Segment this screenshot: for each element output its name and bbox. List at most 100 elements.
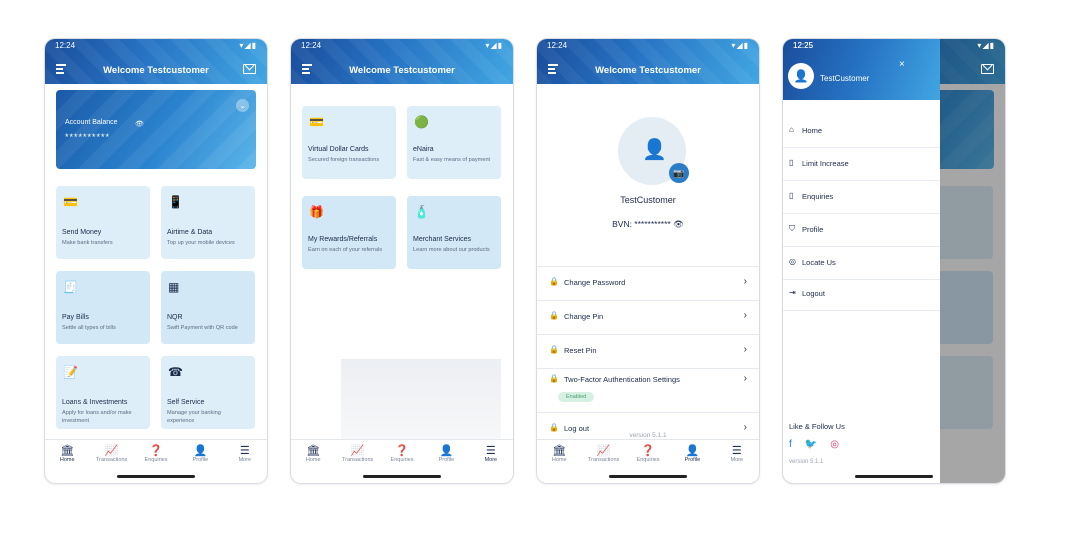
chart-icon: 📈 xyxy=(596,445,611,457)
page-title: Welcome Testcustomer xyxy=(595,65,701,76)
bottom-nav: 🏛 Home 📈 Transactions ❓ Enquiries 👤 Profile … xyxy=(537,439,759,472)
tile-desc: Learn more about our products xyxy=(413,247,490,253)
lock-icon: 🔒 xyxy=(549,311,559,320)
status-icons: ▾◢▮ xyxy=(485,41,503,50)
chevron-right-icon: › xyxy=(743,373,747,384)
facebook-icon[interactable]: f xyxy=(789,439,792,450)
drawer-item-logout[interactable]: ⇥ Logout xyxy=(783,278,940,311)
bvn-row: BVN: *********** 👁 xyxy=(537,219,759,230)
nav-home[interactable]: 🏛 Home xyxy=(291,440,335,472)
nav-home[interactable]: 🏛 Home xyxy=(45,440,89,472)
balance-card: ⌄ Account Balance 👁 ********** xyxy=(56,90,256,169)
nav-profile[interactable]: 👤 Profile xyxy=(670,440,714,472)
row-two-factor[interactable]: 🔒 Two-Factor Authentication Settings › Ena… xyxy=(537,368,759,412)
tile-enaira[interactable]: 🟢 eNaira Fast & easy means of payment xyxy=(407,106,501,179)
mail-icon[interactable] xyxy=(243,64,256,74)
nav-enquiries[interactable]: ❓ Enquiries xyxy=(626,440,670,472)
status-bar: 12:24 ▾◢▮ xyxy=(301,41,503,53)
camera-icon[interactable]: 📷 xyxy=(669,163,689,183)
tile-pay-bills[interactable]: 🧾 Pay Bills Settle all types of bills xyxy=(56,271,150,344)
tile-desc: Settle all types of bills xyxy=(62,325,116,331)
twitter-icon[interactable]: 🐦 xyxy=(805,439,817,450)
nav-transactions[interactable]: 📈 Transactions xyxy=(89,440,133,472)
lock-icon: 🔒 xyxy=(549,423,559,432)
drawer-item-enquiries[interactable]: ▯ Enquiries xyxy=(783,181,940,214)
home-icon: ⌂ xyxy=(789,125,794,134)
bill-icon: 🧾 xyxy=(63,280,78,294)
drawer-item-label: Home xyxy=(802,126,823,135)
eye-icon[interactable]: 👁 xyxy=(135,120,144,128)
nav-label: Profile xyxy=(684,457,701,463)
nav-more[interactable]: ☰ More xyxy=(469,440,513,472)
nav-label: More xyxy=(484,457,498,463)
tile-merchant-services[interactable]: 🧴 Merchant Services Learn more about our… xyxy=(407,196,501,269)
tile-desc: Apply for loans and/or make investment xyxy=(62,410,132,424)
question-icon: ❓ xyxy=(395,445,409,457)
status-time: 12:24 xyxy=(301,41,322,50)
drawer-item-label: Profile xyxy=(802,225,824,234)
tile-airtime-data[interactable]: 📱 Airtime & Data Top up your mobile devi… xyxy=(161,186,255,259)
tile-nqr[interactable]: ▦ NQR Swift Payment with QR code xyxy=(161,271,255,344)
drawer-item-home[interactable]: ⌂ Home xyxy=(783,115,940,148)
status-time: 12:25 xyxy=(793,41,814,50)
bottom-nav: 🏛 Home 📈 Transactions ❓ Enquiries 👤 Profile … xyxy=(45,439,267,472)
tile-title: NQR xyxy=(167,314,183,321)
tile-virtual-dollar-cards[interactable]: 💳 Virtual Dollar Cards Secured foreign t… xyxy=(302,106,396,179)
home-indicator xyxy=(855,475,933,478)
bank-icon: 🏛 xyxy=(306,445,321,457)
top-bar: 12:24 ▾◢▮ Welcome Testcustomer xyxy=(45,39,267,84)
eye-icon[interactable]: 👁 xyxy=(673,219,684,229)
chart-icon: 📈 xyxy=(350,445,365,457)
version-text: version 5.1.1 xyxy=(789,459,824,465)
row-reset-pin[interactable]: 🔒 Reset Pin › xyxy=(537,334,759,368)
page-title: Welcome Testcustomer xyxy=(349,65,455,76)
chevron-right-icon: › xyxy=(743,276,747,287)
status-bar: 12:25 xyxy=(793,41,930,53)
nav-label: Enquiries xyxy=(144,457,168,463)
nav-more[interactable]: ☰ More xyxy=(715,440,759,472)
status-time: 12:24 xyxy=(55,41,76,50)
instagram-icon[interactable]: ◎ xyxy=(830,439,839,450)
row-change-password[interactable]: 🔒 Change Password › xyxy=(537,266,759,300)
phone-drawer-screen: 12:25 ▾◢▮ 12:25 👤 TestCustomer × ⌂ Home ▯… xyxy=(783,39,1005,483)
drawer-item-profile[interactable]: ⛉ Profile xyxy=(783,214,940,247)
loan-icon: 📝 xyxy=(63,365,78,379)
nav-home[interactable]: 🏛 Home xyxy=(537,440,581,472)
drawer-item-limit-increase[interactable]: ▯ Limit Increase xyxy=(783,148,940,181)
nav-label: Transactions xyxy=(341,457,374,463)
chevron-right-icon: › xyxy=(743,344,747,355)
tile-desc: Fast & easy means of payment xyxy=(413,157,491,163)
phone-icon: 📱 xyxy=(168,195,183,209)
tile-loans-investments[interactable]: 📝 Loans & Investments Apply for loans an… xyxy=(56,356,150,429)
bottom-nav: 🏛 Home 📈 Transactions ❓ Enquiries 👤 Profile … xyxy=(291,439,513,472)
merchant-icon: 🧴 xyxy=(414,205,429,219)
nav-transactions[interactable]: 📈 Transactions xyxy=(581,440,625,472)
drawer-item-locate-us[interactable]: ◎ Locate Us xyxy=(783,247,940,280)
nav-profile[interactable]: 👤 Profile xyxy=(178,440,222,472)
user-icon: 👤 xyxy=(193,445,208,457)
nav-label: Transactions xyxy=(95,457,128,463)
nav-transactions[interactable]: 📈 Transactions xyxy=(335,440,379,472)
nav-more[interactable]: ☰ More xyxy=(223,440,267,472)
nav-profile[interactable]: 👤 Profile xyxy=(424,440,468,472)
status-icons: ▾◢▮ xyxy=(977,41,995,50)
nav-enquiries[interactable]: ❓ Enquiries xyxy=(380,440,424,472)
chevron-down-icon[interactable]: ⌄ xyxy=(236,99,249,112)
nav-enquiries[interactable]: ❓ Enquiries xyxy=(134,440,178,472)
tile-send-money[interactable]: 💳 Send Money Make bank transfers xyxy=(56,186,150,259)
more-icon: ☰ xyxy=(731,445,742,457)
status-bar: 12:24 ▾◢▮ xyxy=(547,41,749,53)
close-icon[interactable]: × xyxy=(899,59,905,70)
nav-label: Enquiries xyxy=(636,457,660,463)
nav-label: More xyxy=(238,457,252,463)
tile-title: Loans & Investments xyxy=(62,399,128,406)
tile-rewards-referrals[interactable]: 🎁 My Rewards/Referrals Earn on each of y… xyxy=(302,196,396,269)
row-change-pin[interactable]: 🔒 Change Pin › xyxy=(537,300,759,334)
phone-home-screen: 12:24 ▾◢▮ Welcome Testcustomer ⌄ Account… xyxy=(45,39,267,483)
nav-label: Profile xyxy=(192,457,209,463)
tile-self-service[interactable]: ☎ Self Service Manage your banking exper… xyxy=(161,356,255,429)
tile-title: My Rewards/Referrals xyxy=(308,236,378,243)
status-time: 12:24 xyxy=(547,41,568,50)
gift-icon: 🎁 xyxy=(309,205,324,219)
nav-label: Enquiries xyxy=(390,457,414,463)
